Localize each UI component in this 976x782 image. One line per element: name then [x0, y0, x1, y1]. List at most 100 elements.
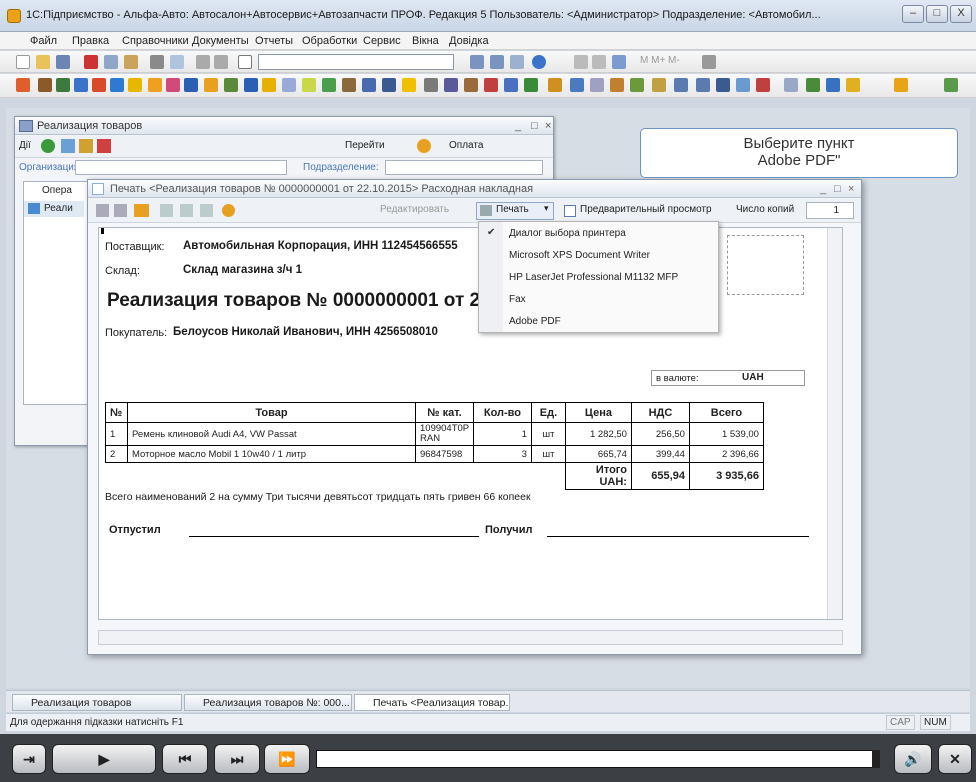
volume-icon[interactable]: 🔊: [894, 744, 932, 774]
sales-list-maximize[interactable]: □: [531, 117, 538, 135]
fast-forward-icon[interactable]: ⏩: [264, 744, 310, 774]
upload-icon[interactable]: [134, 204, 149, 217]
open-folder-icon[interactable]: [36, 55, 50, 69]
exit-icon[interactable]: ⇥: [12, 744, 46, 774]
progress-track[interactable]: [316, 750, 876, 768]
app-tool-icon-42[interactable]: [846, 78, 860, 92]
app-tool-icon-18[interactable]: [342, 78, 356, 92]
menu-file[interactable]: Файл: [30, 35, 57, 47]
print-document[interactable]: Поставщик: Автомобильная Корпорация, ИНН…: [98, 227, 843, 620]
app-tool-icon-27[interactable]: [524, 78, 538, 92]
app-tool-icon-16[interactable]: [302, 78, 316, 92]
calculator-icon[interactable]: [592, 55, 606, 69]
app-tool-icon-41[interactable]: [826, 78, 840, 92]
menu-item-hp-laserjet[interactable]: HP LaserJet Professional M1132 MFP: [509, 272, 678, 283]
app-tool-icon-12[interactable]: [224, 78, 238, 92]
organization-field[interactable]: [75, 160, 287, 175]
app-tool-icon-33[interactable]: [652, 78, 666, 92]
app-tool-icon-23[interactable]: [444, 78, 458, 92]
print-window-close[interactable]: ×: [848, 180, 854, 198]
app-tool-icon-32[interactable]: [630, 78, 644, 92]
users-icon[interactable]: [612, 55, 626, 69]
app-tool-icon-17[interactable]: [322, 78, 336, 92]
app-tool-icon-13[interactable]: [244, 78, 258, 92]
menu-references[interactable]: Справочники: [122, 35, 189, 47]
redo-icon[interactable]: [214, 55, 228, 69]
print-window-maximize[interactable]: □: [834, 180, 841, 198]
app-tool-icon-1[interactable]: [16, 78, 30, 92]
app-tool-icon-9[interactable]: [166, 78, 180, 92]
app-tool-icon-8[interactable]: [148, 78, 162, 92]
new-document-icon[interactable]: [16, 55, 30, 69]
progress-handle[interactable]: [872, 750, 880, 768]
menu-item-adobe-pdf[interactable]: Adobe PDF: [509, 316, 561, 327]
app-tool-icon-44[interactable]: [944, 78, 958, 92]
find-next-icon[interactable]: [470, 55, 484, 69]
app-tool-icon-37[interactable]: [736, 78, 750, 92]
department-field[interactable]: [385, 160, 543, 175]
app-tool-icon-39[interactable]: [784, 78, 798, 92]
close-button[interactable]: X: [950, 5, 972, 23]
app-tool-icon-28[interactable]: [548, 78, 562, 92]
print-form-icon-4[interactable]: [180, 204, 193, 217]
print-window-minimize[interactable]: _: [820, 180, 826, 198]
skip-forward-icon[interactable]: ⏭: [214, 744, 260, 774]
app-tool-icon-25[interactable]: [484, 78, 498, 92]
menu-windows[interactable]: Вікна: [412, 35, 439, 47]
app-tool-icon-24[interactable]: [464, 78, 478, 92]
print-form-icon-1[interactable]: [96, 204, 109, 217]
app-tool-icon-43[interactable]: [894, 78, 908, 92]
payment-button[interactable]: Оплата: [449, 140, 483, 151]
print-form-icon-3[interactable]: [160, 204, 173, 217]
app-tool-icon-15[interactable]: [282, 78, 296, 92]
app-tool-icon-14[interactable]: [262, 78, 276, 92]
menu-item-printer-dialog[interactable]: Диалог выбора принтера: [509, 228, 626, 239]
print-preview-icon[interactable]: [170, 55, 184, 69]
menu-reports[interactable]: Отчеты: [255, 35, 293, 47]
app-tool-icon-26[interactable]: [504, 78, 518, 92]
windows-icon[interactable]: [510, 55, 524, 69]
edit-button[interactable]: Редактировать: [380, 204, 449, 215]
menu-documents[interactable]: Документы: [192, 35, 249, 47]
app-tool-icon-21[interactable]: [402, 78, 416, 92]
delete-icon[interactable]: [97, 139, 111, 153]
app-tool-icon-40[interactable]: [806, 78, 820, 92]
edit-icon[interactable]: [79, 139, 93, 153]
app-tool-icon-11[interactable]: [204, 78, 218, 92]
print-button[interactable]: Печать: [496, 204, 529, 215]
task-sales-list[interactable]: Реализация товаров: [12, 694, 182, 711]
app-tool-icon-10[interactable]: [184, 78, 198, 92]
sales-list-close[interactable]: ×: [545, 117, 551, 135]
copy-row-icon[interactable]: [61, 139, 75, 153]
menu-service[interactable]: Сервис: [363, 35, 401, 47]
paste-icon[interactable]: [124, 55, 138, 69]
copies-input[interactable]: 1: [806, 202, 854, 219]
app-tool-icon-6[interactable]: [110, 78, 124, 92]
sales-list-minimize[interactable]: _: [515, 117, 521, 135]
app-tool-icon-30[interactable]: [590, 78, 604, 92]
copy-icon[interactable]: [104, 55, 118, 69]
app-tool-icon-7[interactable]: [128, 78, 142, 92]
app-tool-icon-4[interactable]: [74, 78, 88, 92]
find-icon[interactable]: [238, 55, 252, 69]
menu-processing[interactable]: Обработки: [302, 35, 357, 47]
play-icon[interactable]: ▶: [52, 744, 156, 774]
app-tool-icon-3[interactable]: [56, 78, 70, 92]
memory-buttons[interactable]: M M+ M-: [640, 55, 680, 66]
menu-item-fax[interactable]: Fax: [509, 294, 526, 305]
app-tool-icon-38[interactable]: [756, 78, 770, 92]
app-tool-icon-34[interactable]: [674, 78, 688, 92]
app-tool-icon-36[interactable]: [716, 78, 730, 92]
horizontal-scrollbar[interactable]: [98, 630, 843, 645]
vertical-scrollbar[interactable]: [827, 228, 842, 619]
print-window[interactable]: Печать <Реализация товаров № 0000000001 …: [87, 179, 862, 655]
preview-button[interactable]: Предварительный просмотр: [580, 204, 712, 215]
task-sales-doc[interactable]: Реализация товаров №: 000...: [184, 694, 352, 711]
actions-menu[interactable]: Дії: [19, 140, 31, 151]
app-tool-icon-5[interactable]: [92, 78, 106, 92]
help-icon[interactable]: [417, 139, 431, 153]
tools-icon[interactable]: [702, 55, 716, 69]
menu-edit[interactable]: Правка: [72, 35, 109, 47]
skip-back-icon[interactable]: ⏮: [162, 744, 208, 774]
column-operation[interactable]: Опера: [42, 185, 72, 196]
